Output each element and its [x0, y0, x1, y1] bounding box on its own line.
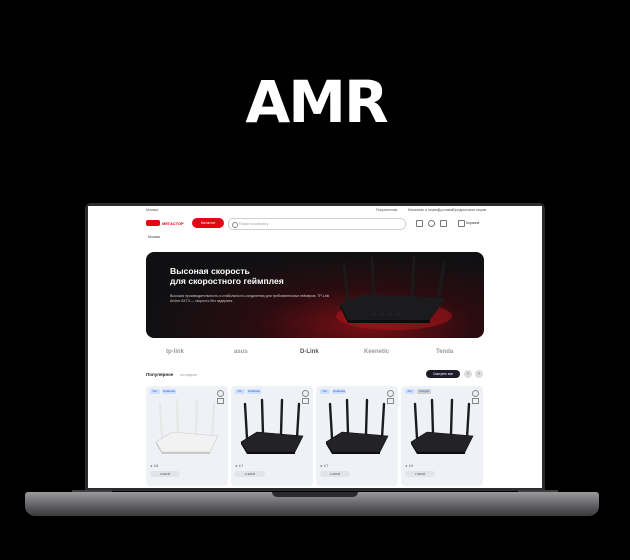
product-price: 4 490 ₽ [320, 471, 350, 477]
laptop-notch [272, 492, 358, 497]
banner-body: Высокая производительность и стабильност… [170, 294, 330, 303]
brand-strip: tp-link asus D-Link Keenetic Tenda [146, 344, 484, 362]
carousel-prev-button[interactable]: ‹ [464, 370, 472, 378]
section-title: Популярное [146, 372, 174, 377]
product-router-image [240, 398, 304, 454]
site-header: МЕГАСТОР Каталог Поиск по каталогу Корзи… [88, 216, 542, 232]
product-price: 3 990 ₽ [150, 471, 180, 477]
product-router-image [325, 398, 389, 454]
product-badge: Скидка [417, 389, 431, 394]
product-card[interactable]: Хит Новинка ★ 4.7 4 490 ₽ [231, 386, 313, 486]
top-bar: Москва Покупателям Магазины и сервис Дос… [88, 206, 542, 214]
banner-title-line: Высоная скорость [170, 266, 250, 276]
brand-logo-icon[interactable] [146, 220, 160, 226]
brand-tenda[interactable]: Tenda [436, 349, 453, 355]
product-price: 7 990 ₽ [405, 471, 435, 477]
banner-title-line: для скоростного геймплея [170, 276, 284, 286]
product-router-image [155, 398, 219, 454]
brand-tplink[interactable]: tp-link [166, 349, 184, 355]
catalog-button[interactable]: Каталог [192, 218, 224, 228]
router-image [336, 256, 452, 330]
favorite-icon[interactable] [472, 390, 479, 397]
product-badge: Новинка [162, 389, 176, 394]
cart-label[interactable]: Корзина [466, 221, 479, 225]
brand-dlink[interactable]: D-Link [300, 349, 319, 355]
search-input[interactable]: Поиск по каталогу [228, 218, 406, 230]
promo-banner[interactable]: Высоная скорость для скоростного геймпле… [146, 252, 484, 338]
product-rating: ★ 4.8 [150, 464, 159, 468]
search-placeholder: Поиск по каталогу [239, 222, 269, 226]
city-selector[interactable]: Москва [148, 235, 160, 239]
product-badge: Новинка [332, 389, 346, 394]
compare-icon[interactable] [440, 220, 447, 227]
search-icon [232, 221, 238, 228]
product-card[interactable]: Хит Скидка ★ 4.9 7 990 ₽ [401, 386, 483, 486]
show-all-button[interactable]: Смотреть все [426, 370, 460, 378]
product-badge: Хит [235, 389, 245, 394]
location-link[interactable]: Москва [146, 208, 158, 212]
product-router-image [410, 398, 474, 454]
product-badge: Хит [320, 389, 330, 394]
website-screen: Москва Покупателям Магазины и сервис Дос… [88, 206, 542, 488]
brand-name[interactable]: МЕГАСТОР [162, 221, 184, 226]
brand-asus[interactable]: asus [234, 349, 248, 355]
topbar-link[interactable]: Покупателям [376, 208, 397, 212]
banner-title: Высоная скорость для скоростного геймпле… [170, 266, 340, 286]
product-rating: ★ 4.9 [405, 464, 414, 468]
favorite-icon[interactable] [217, 390, 224, 397]
product-price: 4 490 ₽ [235, 471, 265, 477]
section-subtitle[interactable]: за неделю [180, 373, 197, 377]
topbar-link[interactable]: Доставка [438, 208, 453, 212]
product-badge: Хит [150, 389, 160, 394]
topbar-link[interactable]: Магазины и сервис [408, 208, 439, 212]
favorite-icon[interactable] [387, 390, 394, 397]
product-rating: ★ 4.7 [320, 464, 329, 468]
product-badge: Новинка [247, 389, 261, 394]
product-card[interactable]: Хит Новинка ★ 4.8 3 990 ₽ [146, 386, 228, 486]
cart-icon[interactable] [458, 220, 465, 227]
product-rating: ★ 4.7 [235, 464, 244, 468]
carousel-next-button[interactable]: › [475, 370, 483, 378]
brand-keenetic[interactable]: Keenetic [364, 349, 389, 355]
heart-icon[interactable] [428, 220, 435, 227]
topbar-link[interactable]: Юридическим лицам [452, 208, 486, 212]
user-icon[interactable] [416, 220, 423, 227]
product-card[interactable]: Хит Новинка ★ 4.7 4 490 ₽ [316, 386, 398, 486]
amr-logo: AMR [245, 68, 388, 136]
favorite-icon[interactable] [302, 390, 309, 397]
product-badge: Хит [405, 389, 415, 394]
